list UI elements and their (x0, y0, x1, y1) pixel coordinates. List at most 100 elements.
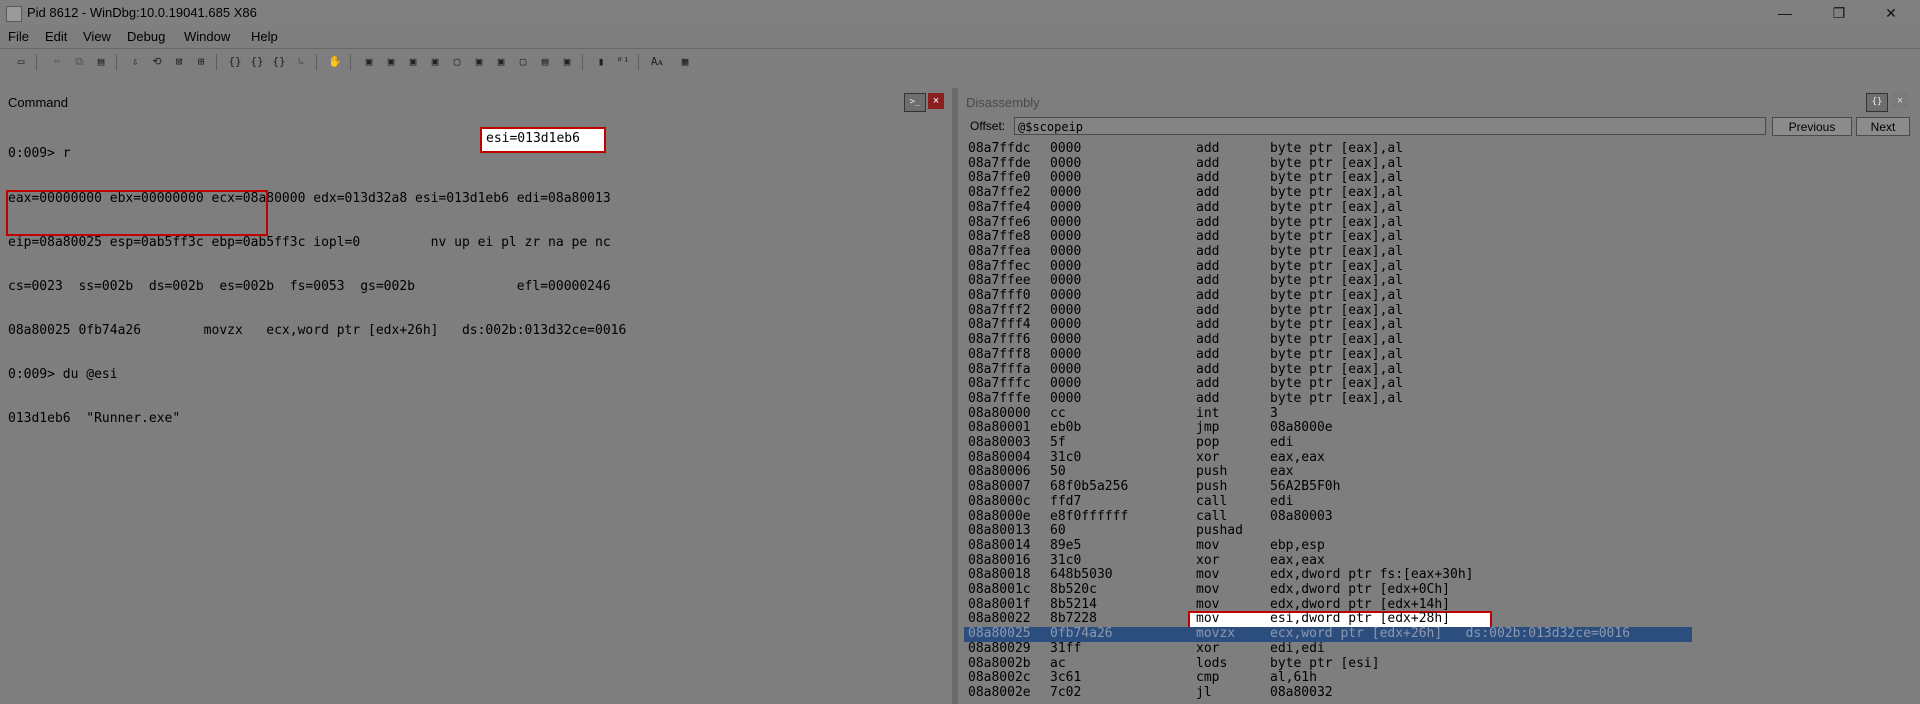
step-out-icon[interactable]: {} (270, 54, 288, 70)
disassembly-row[interactable]: 08a80016 31c0 xor eax,eax (964, 553, 1904, 569)
disassembly-operands: byte ptr [eax],al (1270, 229, 1404, 245)
disassembly-row[interactable]: 08a7ffe2 0000 add byte ptr [eax],al (964, 185, 1904, 201)
menu-window[interactable]: Window (184, 29, 230, 44)
binary-toggle-icon[interactable]: ⁰¹ (614, 54, 632, 70)
panel-splitter[interactable] (952, 88, 958, 704)
disassembly-row[interactable]: 08a7ffe4 0000 add byte ptr [eax],al (964, 200, 1904, 216)
disassembly-row[interactable]: 08a8002b ac lods byte ptr [esi] (964, 656, 1904, 672)
command-window-icon[interactable]: ▣ (360, 54, 378, 70)
disassembly-row[interactable]: 08a7fff2 0000 add byte ptr [eax],al (964, 303, 1904, 319)
minimize-button[interactable]: — (1762, 0, 1808, 26)
disassembly-row[interactable]: 08a80004 31c0 xor eax,eax (964, 450, 1904, 466)
folder-open-icon[interactable]: ▭ (12, 54, 30, 70)
disassembly-row[interactable]: 08a80006 50 push eax (964, 465, 1904, 480)
menu-help[interactable]: Help (251, 29, 278, 44)
cut-icon[interactable]: ✂ (48, 54, 66, 70)
disassembly-row[interactable]: 08a7fffc 0000 add byte ptr [eax],al (964, 376, 1904, 392)
disassembly-row[interactable]: 08a7fffe 0000 add byte ptr [eax],al (964, 391, 1904, 407)
options-icon[interactable]: ▦ (676, 54, 694, 70)
disassembly-mnemonic: add (1196, 155, 1220, 171)
break-icon[interactable]: ⊞ (192, 54, 210, 70)
copy-icon[interactable]: ⧉ (70, 54, 88, 70)
disassembly-address: 08a80025 (968, 626, 1031, 642)
disassembly-operands: 3 (1270, 405, 1278, 421)
processes-threads-icon[interactable]: ▤ (536, 54, 554, 70)
close-window-button[interactable]: ✕ (1868, 0, 1914, 26)
menu-file[interactable]: File (8, 29, 29, 44)
disassembly-address: 08a7ffe2 (968, 185, 1031, 201)
disassembly-mnemonic: add (1196, 170, 1220, 186)
disassembly-row[interactable]: 08a80013 60 pushad (964, 523, 1904, 539)
disassembly-row[interactable]: 08a7ffec 0000 add byte ptr [eax],al (964, 258, 1904, 275)
disassembly-listing[interactable]: 08a7ffdc 0000 add byte ptr [eax],al 08a7ffde… (964, 140, 1920, 704)
disassembly-row[interactable]: 08a7ffee 0000 add byte ptr [eax],al (964, 274, 1904, 289)
call-stack-window-icon[interactable]: ▣ (470, 54, 488, 70)
go-icon[interactable]: ⇩ (126, 54, 144, 70)
locals-window-icon[interactable]: ▣ (404, 54, 422, 70)
disassembly-operands: byte ptr [eax],al (1270, 273, 1404, 289)
source-mode-icon[interactable]: ▣ (558, 54, 576, 70)
registers-window-icon[interactable]: ▣ (426, 54, 444, 70)
disassembly-opcode-bytes: 50 (1050, 464, 1066, 480)
step-over-icon[interactable]: {} (248, 54, 266, 70)
disassembly-row[interactable]: 08a80001 eb0b jmp 08a8000e (964, 421, 1904, 436)
disassembly-row[interactable]: 08a80000 cc int 3 (964, 405, 1904, 422)
scratch-pad-icon[interactable]: ▢ (514, 54, 532, 70)
disassembly-operands: al,61h (1270, 670, 1317, 686)
step-into-icon[interactable]: {} (226, 54, 244, 70)
disassembly-row[interactable]: 08a80018 648b5030 mov edx,dword ptr fs:[eax… (964, 568, 1904, 583)
disassembly-row[interactable]: 08a7ffea 0000 add byte ptr [eax],al (964, 244, 1904, 260)
offset-label: Offset: (970, 119, 1006, 133)
maximize-button[interactable]: ❐ (1816, 0, 1862, 26)
menu-debug[interactable]: Debug (127, 29, 165, 44)
disassembly-row[interactable]: 08a7ffe0 0000 add byte ptr [eax],al (964, 171, 1904, 186)
disassembly-row[interactable]: 08a80022 8b7228 mov esi,dword ptr [edx+28h] (964, 611, 1904, 631)
disassembly-row[interactable]: 08a80014 89e5 mov ebp,esp (964, 538, 1904, 554)
disassembly-row[interactable]: 08a7fff6 0000 add byte ptr [eax],al (964, 332, 1904, 348)
disassembly-operands: edi (1270, 435, 1294, 450)
disassembly-row[interactable]: 08a8002e 7c02 jl 08a80032 (964, 685, 1904, 701)
command-panel-close-button[interactable]: × (928, 93, 944, 109)
windbg-app-icon (6, 6, 22, 22)
disassembly-row[interactable]: 08a7fffa 0000 add byte ptr [eax],al (964, 362, 1904, 378)
disassembly-row[interactable]: 08a7fff4 0000 add byte ptr [eax],al (964, 318, 1904, 333)
stop-debugging-icon[interactable]: ⊠ (170, 54, 188, 70)
disassembly-address: 08a80029 (968, 640, 1031, 656)
previous-button[interactable]: Previous (1772, 117, 1852, 136)
disassembly-row[interactable]: 08a8000e e8f0ffffff call 08a80003 (964, 509, 1904, 525)
font-icon[interactable]: Aᴀ (648, 54, 666, 70)
next-button[interactable]: Next (1856, 117, 1910, 136)
offset-input[interactable]: @$scopeip (1014, 117, 1766, 135)
disassembly-mnemonic: add (1196, 273, 1220, 289)
run-to-cursor-icon[interactable]: ↳ (292, 54, 310, 70)
disassembly-row[interactable]: 08a7ffe6 0000 add byte ptr [eax],al (964, 215, 1904, 231)
disassembly-window-icon[interactable]: ▣ (492, 54, 510, 70)
menu-edit[interactable]: Edit (45, 29, 67, 44)
restart-icon[interactable]: ⟲ (148, 54, 166, 70)
disassembly-row[interactable]: 08a80029 31ff xor edi,edi (964, 640, 1904, 657)
disassembly-row[interactable]: 08a80007 68f0b5a256 push 56A2B5F0h (964, 479, 1904, 495)
disassembly-row[interactable]: 08a8001f 8b5214 mov edx,dword ptr [edx+14h] (964, 597, 1904, 613)
disassembly-row[interactable]: 08a7fff8 0000 add byte ptr [eax],al (964, 346, 1904, 363)
disassembly-row[interactable]: 08a80003 5f pop edi (964, 435, 1904, 451)
hand-icon[interactable]: ✋ (326, 54, 344, 70)
disassembly-row[interactable]: 08a7ffde 0000 add byte ptr [eax],al (964, 155, 1904, 172)
paste-icon[interactable]: ▤ (92, 54, 110, 70)
disassembly-row[interactable]: 08a8001c 8b520c mov edx,dword ptr [edx+0Ch] (964, 582, 1904, 598)
watch-window-icon[interactable]: ▣ (382, 54, 400, 70)
disassembly-window-icon[interactable]: {} (1866, 93, 1888, 112)
source-toggle-icon[interactable]: ▮ (592, 54, 610, 70)
disassembly-row[interactable]: 08a7fff0 0000 add byte ptr [eax],al (964, 288, 1904, 304)
disassembly-row[interactable]: 08a80025 0fb74a26 movzx ecx,word ptr [edx+2… (964, 626, 1692, 642)
memory-window-icon[interactable]: ▢ (448, 54, 466, 70)
menu-view[interactable]: View (83, 29, 111, 44)
disassembly-row[interactable]: 08a8000c ffd7 call edi (964, 494, 1904, 510)
disassembly-row[interactable]: 08a8002c 3c61 cmp al,61h (964, 670, 1904, 686)
disassembly-panel-close-button[interactable]: × (1892, 93, 1908, 109)
disassembly-row[interactable]: 08a7ffdc 0000 add byte ptr [eax],al (964, 141, 1904, 157)
disassembly-row[interactable]: 08a7ffe8 0000 add byte ptr [eax],al (964, 229, 1904, 245)
disassembly-opcode-bytes: 0000 (1050, 258, 1082, 274)
disassembly-address: 08a80000 (968, 405, 1031, 421)
disassembly-address: 08a7fff8 (968, 346, 1031, 362)
command-prompt-icon[interactable]: >_ (904, 93, 926, 112)
